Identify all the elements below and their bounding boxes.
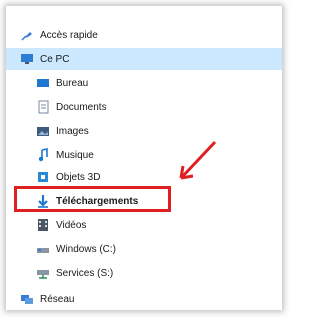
sidebar-item-label: Bureau xyxy=(56,77,89,89)
sidebar-item-videos[interactable]: Vidéos xyxy=(36,214,86,236)
desktop-icon xyxy=(36,76,50,90)
sidebar-item-quick-access[interactable]: Accès rapide xyxy=(20,24,98,46)
network-icon xyxy=(20,292,34,306)
sidebar-item-services-s[interactable]: Services (S:) xyxy=(36,262,113,284)
document-icon xyxy=(36,100,50,114)
sidebar-item-windows-c[interactable]: Windows (C:) xyxy=(36,238,116,260)
sidebar-item-label: Images xyxy=(56,125,89,137)
sidebar-item-musique[interactable]: Musique xyxy=(36,144,94,166)
computer-icon xyxy=(20,52,34,66)
sidebar-item-bureau[interactable]: Bureau xyxy=(36,72,88,94)
sidebar-item-images[interactable]: Images xyxy=(36,120,89,142)
sidebar-item-label: Objets 3D xyxy=(56,171,101,183)
video-icon xyxy=(36,218,50,232)
music-icon xyxy=(36,148,50,162)
image-icon xyxy=(36,124,50,138)
red-arrow-icon xyxy=(175,138,220,186)
highlight-box xyxy=(14,186,171,212)
pin-icon xyxy=(20,28,34,42)
sidebar-item-objets-3d[interactable]: Objets 3D xyxy=(36,166,100,188)
drive-icon xyxy=(36,242,50,256)
sidebar-item-label: Musique xyxy=(56,149,94,161)
navigation-pane: Accès rapide Ce PC Bureau Documents Imag… xyxy=(6,6,282,310)
sidebar-item-label: Windows (C:) xyxy=(56,243,117,255)
sidebar-item-label: Vidéos xyxy=(56,219,87,231)
sidebar-item-label: Services (S:) xyxy=(56,267,114,279)
sidebar-item-label: Accès rapide xyxy=(40,29,98,41)
sidebar-item-label: Ce PC xyxy=(40,53,70,65)
sidebar-item-this-pc[interactable]: Ce PC xyxy=(6,48,282,70)
objects-3d-icon xyxy=(36,170,50,184)
sidebar-item-documents[interactable]: Documents xyxy=(36,96,107,118)
sidebar-item-label: Documents xyxy=(56,101,107,113)
sidebar-item-reseau[interactable]: Réseau xyxy=(20,288,74,310)
sidebar-item-label: Réseau xyxy=(40,293,75,305)
network-drive-icon xyxy=(36,266,50,280)
